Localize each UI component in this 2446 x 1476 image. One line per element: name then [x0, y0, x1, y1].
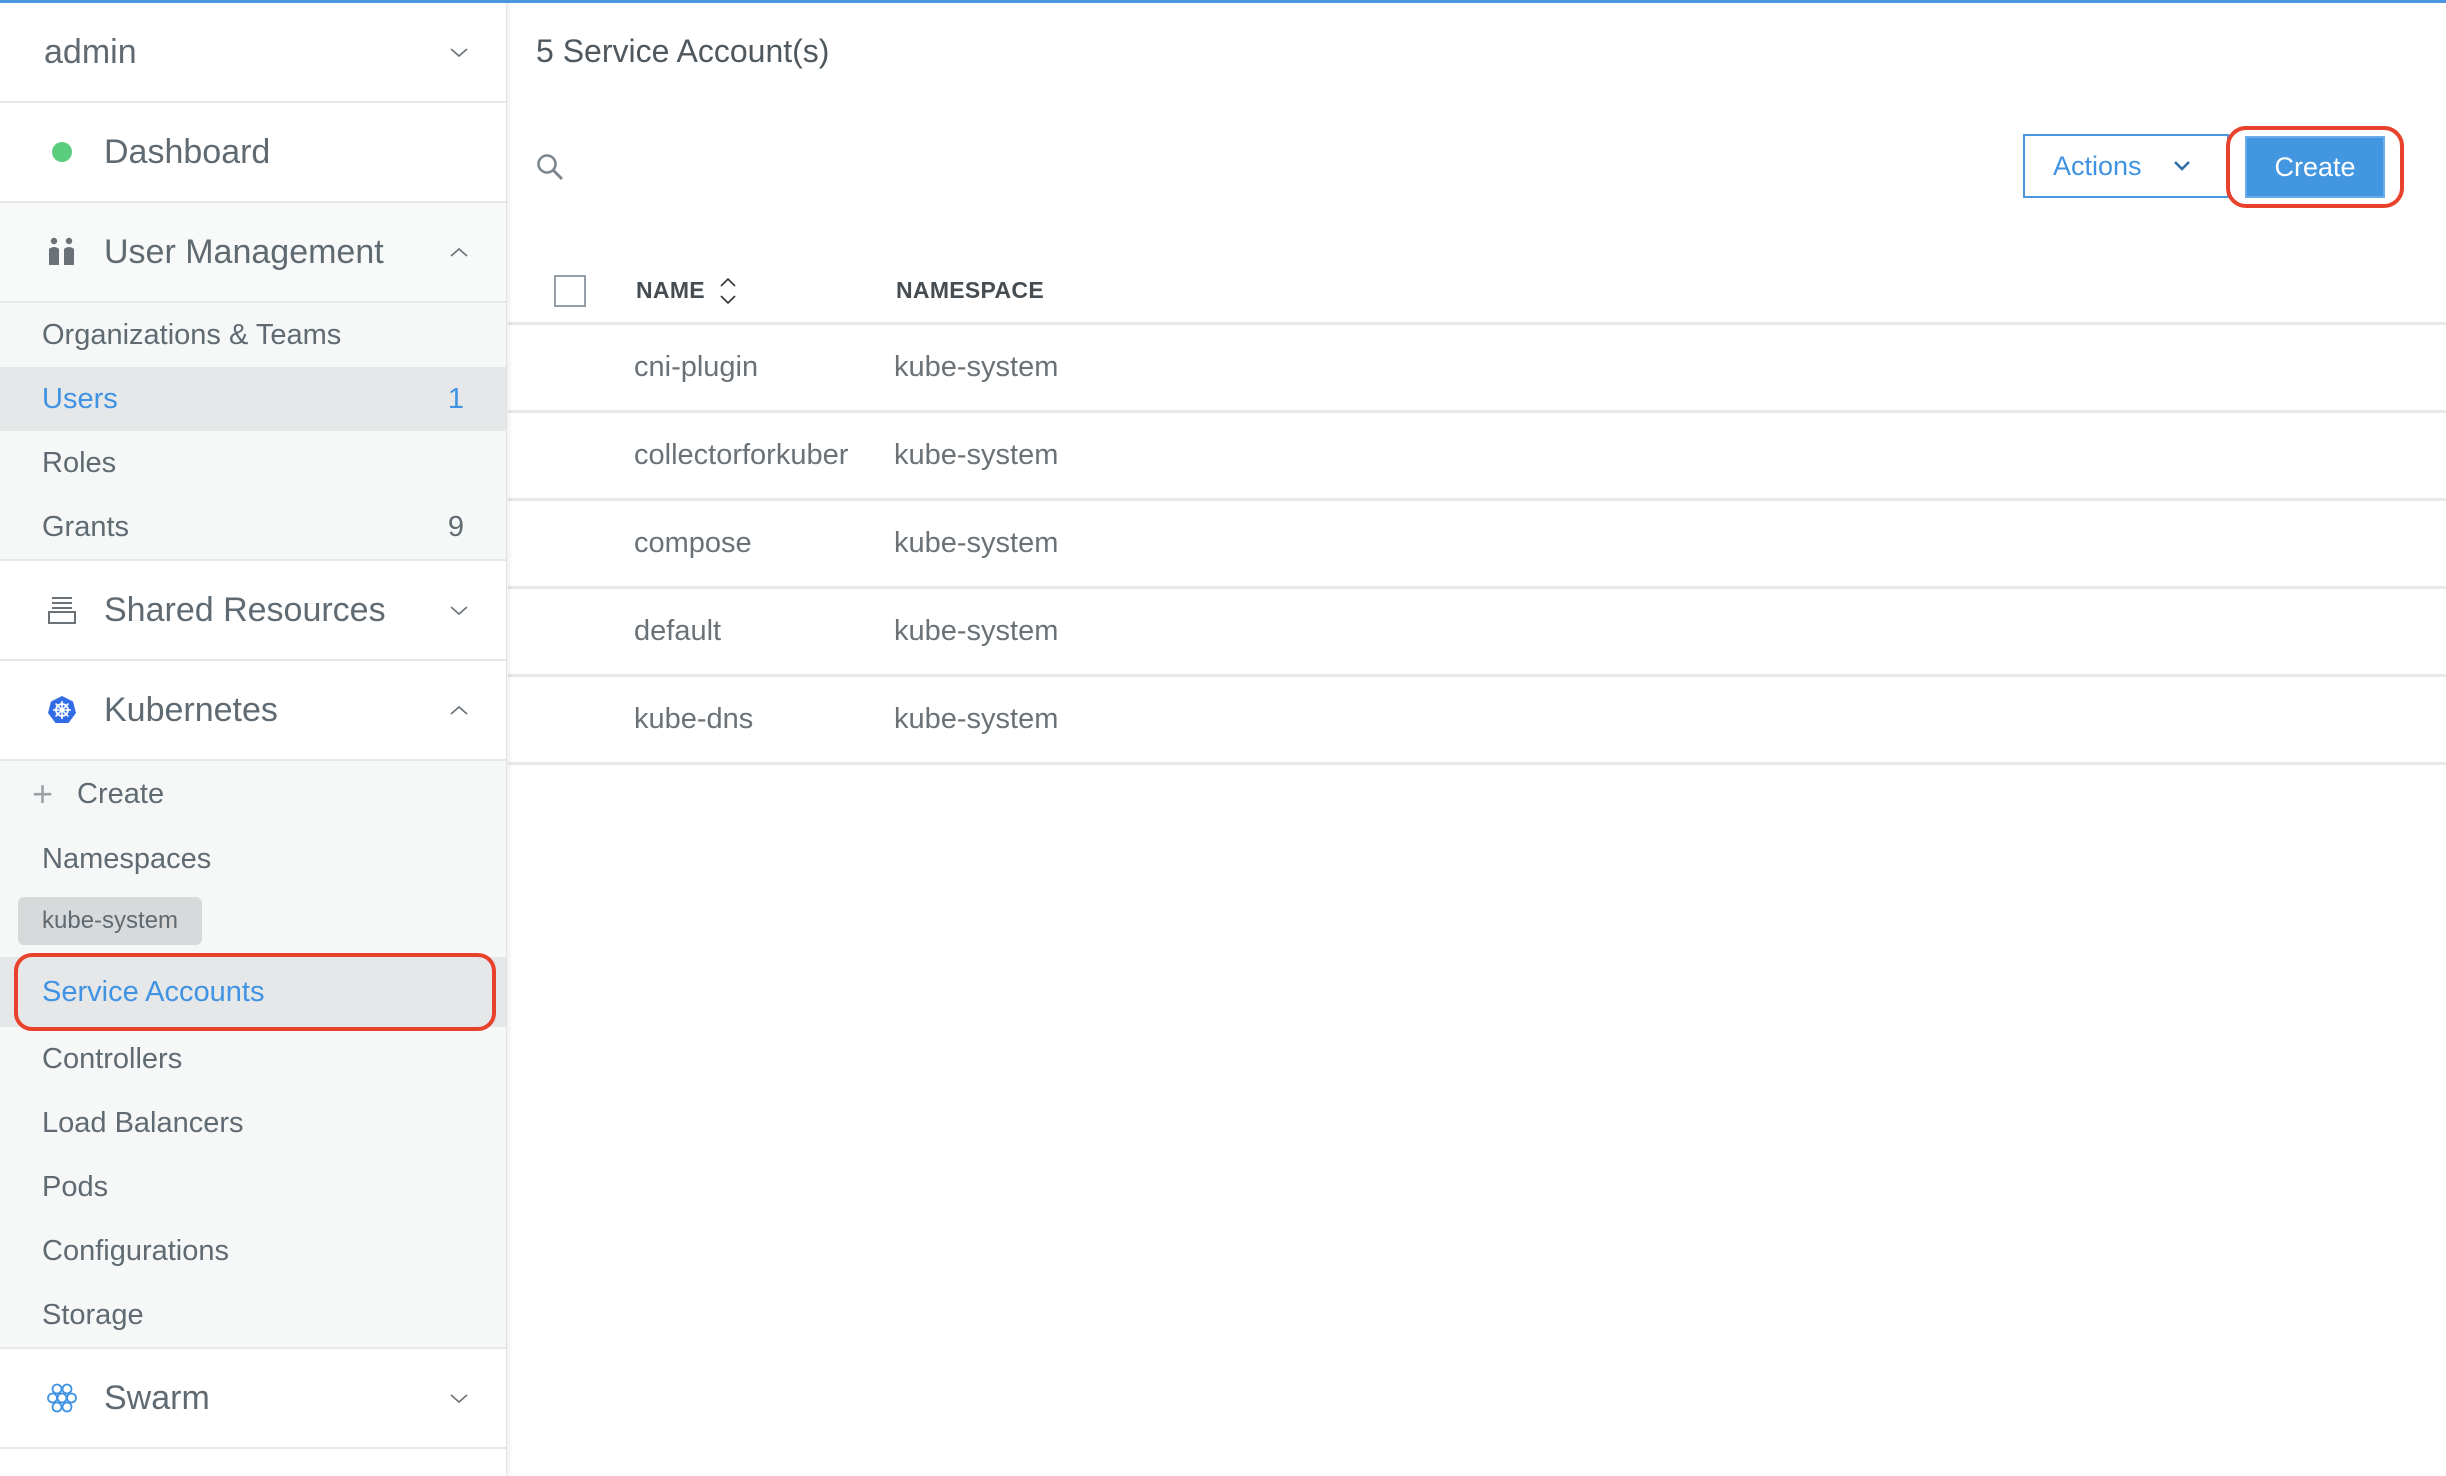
- search-icon[interactable]: [534, 151, 568, 185]
- sidebar-item-label: Load Balancers: [42, 1106, 244, 1139]
- cell-name[interactable]: collectorforkuber: [634, 439, 894, 472]
- actions-label: Actions: [2053, 150, 2142, 181]
- sidebar-item-label: Controllers: [42, 1042, 183, 1075]
- column-header-name[interactable]: NAME: [636, 275, 896, 307]
- sidebar-item-label: Service Accounts: [42, 975, 265, 1008]
- sidebar-item-roles[interactable]: Roles: [0, 431, 506, 495]
- sidebar-item-create[interactable]: + Create: [0, 761, 506, 827]
- select-all-checkbox[interactable]: [554, 274, 586, 307]
- chevron-up-icon: [450, 247, 468, 257]
- chevron-down-icon: [450, 606, 468, 616]
- sidebar-item-users[interactable]: Users 1: [0, 367, 506, 431]
- sidebar-item-label: Create: [77, 777, 165, 810]
- page-title: 5 Service Account(s): [536, 33, 830, 69]
- sidebar-item-dashboard[interactable]: Dashboard: [0, 103, 506, 203]
- sidebar-section-label: Kubernetes: [104, 690, 278, 729]
- column-label: NAME: [636, 277, 705, 303]
- create-button[interactable]: Create: [2245, 136, 2385, 198]
- main-content: 5 Service Account(s) Actions Create NAME…: [508, 3, 2446, 1476]
- sidebar-item-service-accounts[interactable]: Service Accounts: [0, 953, 506, 1031]
- cell-namespace: kube-system: [894, 439, 1059, 471]
- sidebar-item-controllers[interactable]: Controllers: [0, 1027, 506, 1091]
- sidebar-item-label: Dashboard: [104, 132, 271, 171]
- namespace-chip-container: kube-system: [0, 891, 506, 957]
- cell-namespace: kube-system: [894, 703, 1059, 735]
- user-name: admin: [44, 32, 137, 71]
- sidebar-item-label: Namespaces: [42, 842, 212, 875]
- sidebar-item-storage[interactable]: Storage: [0, 1283, 506, 1347]
- table-row[interactable]: compose kube-system: [508, 501, 2446, 589]
- create-label: Create: [2274, 151, 2356, 182]
- kubernetes-submenu: + Create Namespaces kube-system Service …: [0, 761, 506, 1349]
- actions-dropdown-button[interactable]: Actions: [2023, 134, 2229, 198]
- sidebar-item-label: Grants: [42, 510, 130, 543]
- plus-icon: +: [32, 773, 54, 814]
- grants-count: 9: [447, 510, 464, 543]
- sidebar-section-kubernetes[interactable]: Kubernetes: [0, 661, 506, 761]
- table-row[interactable]: default kube-system: [508, 589, 2446, 677]
- cell-name[interactable]: cni-plugin: [634, 351, 894, 384]
- cell-namespace: kube-system: [894, 615, 1059, 647]
- sidebar-item-grants[interactable]: Grants 9: [0, 495, 506, 559]
- shared-resources-icon: [44, 592, 80, 628]
- chevron-down-icon: [450, 1394, 468, 1404]
- users-icon: [44, 234, 80, 270]
- sidebar-section-shared-resources[interactable]: Shared Resources: [0, 561, 506, 661]
- sidebar-item-label: Roles: [42, 446, 117, 479]
- sidebar-item-namespaces[interactable]: Namespaces: [0, 827, 506, 891]
- sidebar-section-label: Shared Resources: [104, 590, 386, 629]
- table-header: NAME NAMESPACE: [508, 259, 2446, 325]
- table-row[interactable]: cni-plugin kube-system: [508, 325, 2446, 413]
- user-management-submenu: Organizations & Teams Users 1 Roles Gran…: [0, 303, 506, 561]
- swarm-icon: [44, 1380, 80, 1416]
- sidebar-item-load-balancers[interactable]: Load Balancers: [0, 1091, 506, 1155]
- cell-namespace: kube-system: [894, 351, 1059, 383]
- sidebar-item-label: Configurations: [42, 1234, 229, 1267]
- sidebar-section-user-management[interactable]: User Management: [0, 203, 506, 303]
- table-row[interactable]: kube-dns kube-system: [508, 677, 2446, 765]
- user-menu[interactable]: admin: [0, 3, 506, 103]
- kubernetes-icon: [44, 692, 80, 728]
- top-accent-bar: [0, 0, 2446, 3]
- sidebar-item-label: Storage: [42, 1298, 144, 1331]
- cell-name[interactable]: default: [634, 615, 894, 648]
- sidebar-item-configurations[interactable]: Configurations: [0, 1219, 506, 1283]
- table-row[interactable]: collectorforkuber kube-system: [508, 413, 2446, 501]
- sidebar-item-organizations-teams[interactable]: Organizations & Teams: [0, 303, 506, 367]
- chevron-down-icon: [450, 48, 468, 58]
- sidebar-item-label: Pods: [42, 1170, 109, 1203]
- cell-namespace: kube-system: [894, 527, 1059, 559]
- sidebar-section-swarm[interactable]: Swarm: [0, 1349, 506, 1449]
- column-label: NAMESPACE: [896, 277, 1044, 303]
- users-count: 1: [447, 382, 464, 415]
- service-accounts-table: NAME NAMESPACE cni-plugin kube-system coll…: [508, 259, 2446, 765]
- sidebar-section-label: User Management: [104, 232, 384, 271]
- sidebar-section-label: Swarm: [104, 1378, 210, 1417]
- sort-icon[interactable]: [717, 275, 739, 307]
- sidebar-item-pods[interactable]: Pods: [0, 1155, 506, 1219]
- column-header-namespace[interactable]: NAMESPACE: [896, 277, 1044, 304]
- namespace-chip[interactable]: kube-system: [18, 897, 203, 945]
- status-dot-icon: [44, 134, 80, 170]
- table-body: cni-plugin kube-system collectorforkuber ku…: [508, 325, 2446, 765]
- chevron-up-icon: [450, 705, 468, 715]
- cell-name[interactable]: kube-dns: [634, 703, 894, 736]
- sidebar-item-label: Users: [42, 382, 118, 415]
- chevron-down-icon: [2173, 161, 2190, 171]
- cell-name[interactable]: compose: [634, 527, 894, 560]
- sidebar-item-label: Organizations & Teams: [42, 318, 342, 351]
- sidebar: admin Dashboard User Management Organiza…: [0, 3, 507, 1476]
